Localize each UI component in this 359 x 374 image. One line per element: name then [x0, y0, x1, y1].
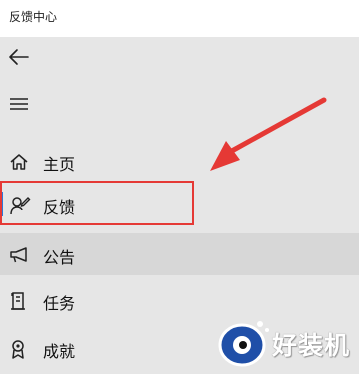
- menu-button[interactable]: [6, 91, 32, 117]
- back-button[interactable]: [6, 44, 32, 70]
- hamburger-menu-icon: [10, 98, 28, 110]
- annotation-arrow-icon: [210, 97, 327, 171]
- nav-item-label: 成就: [43, 342, 76, 361]
- home-icon: [9, 152, 29, 172]
- achievement-icon: [9, 339, 29, 359]
- watermark: 好装机: [214, 315, 356, 371]
- nav-item-label: 主页: [43, 155, 76, 174]
- watermark-logo-icon: [218, 321, 269, 367]
- annotation-highlight-box: [0, 181, 194, 225]
- nav-item-label: 公告: [43, 248, 76, 267]
- nav-item-announcements[interactable]: 公告: [0, 233, 359, 275]
- quest-icon: [9, 291, 29, 311]
- title-bar: 反馈中心: [0, 0, 359, 37]
- megaphone-icon: [9, 245, 29, 265]
- back-arrow-icon: [9, 49, 29, 65]
- window-title: 反馈中心: [9, 10, 58, 24]
- nav-item-label: 任务: [43, 294, 76, 313]
- watermark-text: 好装机: [272, 331, 351, 360]
